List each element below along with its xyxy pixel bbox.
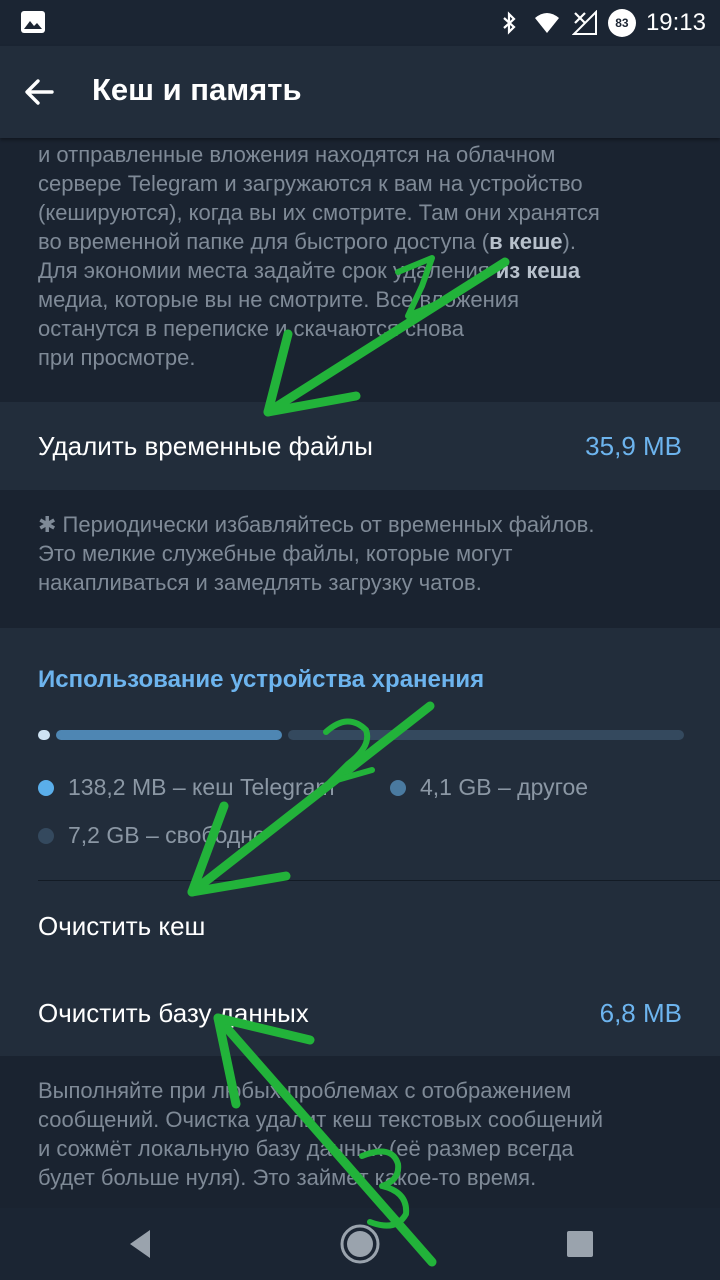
wifi-icon <box>534 13 559 33</box>
text-fragment: ). <box>562 229 576 254</box>
back-triangle-icon[interactable] <box>116 1220 164 1268</box>
legend-label: 138,2 MB – кеш Telegram <box>68 774 335 800</box>
recents-square-icon[interactable] <box>556 1220 604 1268</box>
bluetooth-icon <box>503 11 516 35</box>
storage-bar-free <box>288 730 684 740</box>
legend-label: 7,2 GB – свободно <box>68 822 266 848</box>
text-fragment: Для экономии места задайте срок удаления <box>38 258 496 283</box>
description-line: ✱ Периодически избавляйтесь от временных… <box>38 512 595 537</box>
bold-text: из кеша <box>495 258 581 283</box>
description-line: Выполняйте при любых проблемах с отображ… <box>38 1078 572 1103</box>
temp-files-size: 35,9 MB <box>585 430 682 461</box>
navigation-bar <box>0 1208 720 1280</box>
status-icons: 83 19:13 <box>496 0 706 46</box>
clear-database-label: Очистить базу данных <box>38 997 309 1028</box>
description-line: и сожмёт локальную базу данных (её разме… <box>38 1136 574 1161</box>
legend-item-telegram-cache: 138,2 MB – кеш Telegram <box>38 774 335 801</box>
legend-dot-icon <box>38 779 54 796</box>
page-title: Кеш и память <box>92 72 302 107</box>
description-line: при просмотре. <box>38 345 196 370</box>
legend-label: 4,1 GB – другое <box>420 774 589 800</box>
storage-usage-bar <box>38 730 684 740</box>
status-bar: 83 19:13 <box>0 0 720 46</box>
legend-item-other: 4,1 GB – другое <box>390 774 588 801</box>
description-line: (кешируются), когда вы их смотрите. Там … <box>38 200 600 225</box>
bold-text: в кеше <box>489 229 563 254</box>
description-line: останутся в переписке и скачаются снова <box>38 316 465 341</box>
description-line: и отправленные вложения находятся на обл… <box>38 142 556 167</box>
temp-files-description: ✱ Периодически избавляйтесь от временных… <box>0 490 720 628</box>
clear-cache-row[interactable]: Очистить кеш <box>0 882 720 970</box>
description-line: Для экономии места задайте срок удаления… <box>38 256 682 285</box>
home-circle-icon[interactable] <box>336 1220 384 1268</box>
storage-bar-telegram <box>38 730 50 740</box>
cache-description: и отправленные вложения находятся на обл… <box>0 138 720 402</box>
description-line: будет больше нуля). Это займёт какое-то … <box>38 1165 537 1190</box>
description-line: во временной папке для быстрого доступа … <box>38 227 682 256</box>
description-line: накапливаться и замедлять загрузку чатов… <box>38 570 482 595</box>
description-line: сообщений. Очистка удалит кеш текстовых … <box>38 1107 604 1132</box>
text-fragment: во временной папке для быстрого доступа … <box>38 229 490 254</box>
delete-temp-files-row[interactable]: Удалить временные файлы 35,9 MB <box>0 402 720 490</box>
legend-item-free: 7,2 GB – свободно <box>38 822 266 849</box>
clear-cache-label: Очистить кеш <box>38 910 206 941</box>
status-time: 19:13 <box>645 9 706 36</box>
delete-temp-files-label: Удалить временные файлы <box>38 430 373 461</box>
description-line: Это мелкие служебные файлы, которые могу… <box>38 541 513 566</box>
no-signal-icon <box>571 10 597 35</box>
divider <box>38 880 720 881</box>
app-bar: Кеш и память <box>0 46 720 138</box>
storage-bar-other <box>56 730 282 740</box>
legend-dot-icon <box>390 779 406 796</box>
arrow-left-icon[interactable] <box>16 68 64 116</box>
image-icon <box>21 11 45 33</box>
database-size: 6,8 MB <box>599 997 682 1028</box>
storage-section-title: Использование устройства хранения <box>38 666 485 693</box>
database-description: Выполняйте при любых проблемах с отображ… <box>0 1056 720 1208</box>
screen: 83 19:13 Кеш и память и отправленные вло… <box>0 0 720 1280</box>
battery-icon: 83 <box>607 9 636 37</box>
description-line: медиа, которые вы не смотрите. Все вложе… <box>38 287 520 312</box>
legend-dot-icon <box>38 827 54 844</box>
clear-database-row[interactable]: Очистить базу данных 6,8 MB <box>0 970 720 1056</box>
description-line: сервере Telegram и загружаются к вам на … <box>38 171 583 196</box>
